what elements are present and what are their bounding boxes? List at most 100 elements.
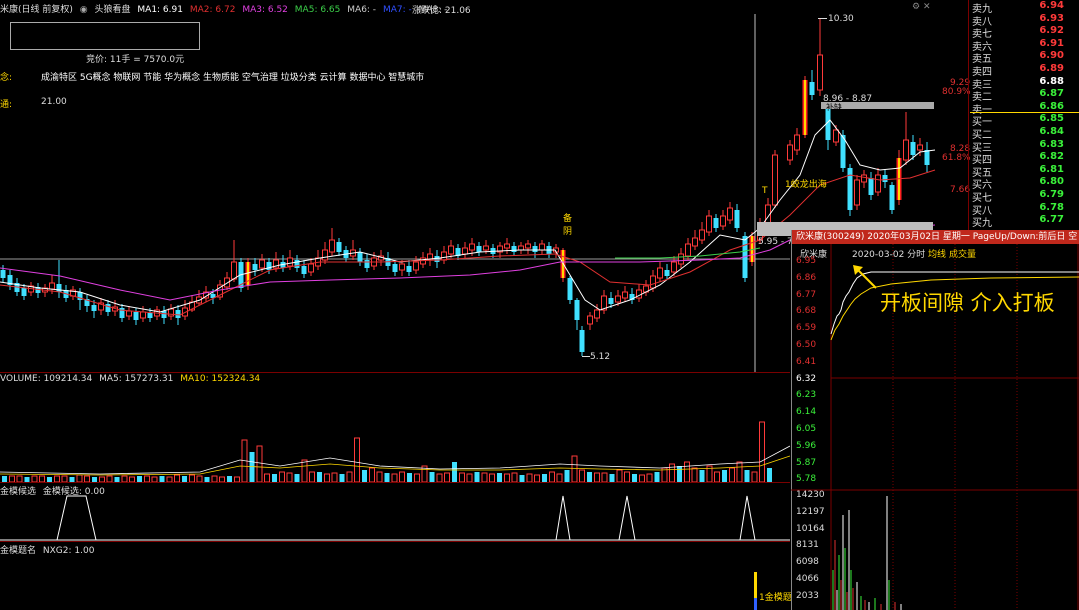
volume-bar [346,471,353,482]
volume-bar [227,476,232,482]
annotation-arrow-icon [853,265,877,289]
volume-bar [324,473,330,482]
orderbook-price: 6.90 [1039,50,1064,62]
volume-bar [362,470,367,482]
intraday-price-tick: 6.95 [796,256,817,266]
volume-bar [534,474,540,482]
intraday-price-tick: 6.41 [796,356,817,367]
orderbook-row[interactable]: 卖四 6.89 [972,63,1072,78]
volume-bar [684,461,690,482]
volume-bar [414,473,420,482]
candle-body-up [706,215,712,233]
candle-body-down [175,310,181,318]
orderbook-row[interactable]: 买二 6.84 [972,126,1072,141]
intraday-price-tick: 6.05 [796,424,817,434]
volume-bar [767,468,772,482]
volume-bar [526,473,533,482]
volume-chart[interactable] [0,384,790,482]
volume-bar [39,475,45,482]
volume-bar [204,477,210,482]
popup-title[interactable]: 欣米康(300249) 2020年03月02日 星期一 PageUp/Down:… [792,230,1079,244]
ind2-value: NXG2: 1.00 [42,546,95,556]
candle-body-up [622,291,628,299]
candle-body-up [699,229,705,241]
volume-bar [691,467,698,482]
orderbook-row[interactable]: 卖三 6.88 [972,76,1072,91]
volume-bar [211,475,218,482]
orderbook-row[interactable]: 买八 6.78 [972,201,1072,217]
volume-bar [722,470,727,482]
candle-body-down [889,185,895,210]
candle-body-up [817,54,823,91]
orderbook-row[interactable]: 卖一 6.86 [972,101,1072,116]
volume-bar [121,475,128,482]
candle-body-up [322,249,328,261]
volume-bar [16,475,23,482]
candle-body-up [875,174,881,193]
volume-label: VOLUME: 109214.34 [0,374,93,384]
volume-bar [317,472,322,482]
orderbook-price: 6.82 [1039,151,1064,163]
volume-bar [654,472,660,482]
volume-bar [609,474,615,482]
candle-body-up [903,139,909,161]
candle-body-up [594,309,600,319]
volume-bar [677,466,682,482]
intraday-price-tick: 5.78 [796,474,817,485]
orderbook-price: 6.78 [1039,201,1064,213]
candle-body-down [336,242,342,252]
candle-body-down [713,218,719,228]
candle-body-up [587,315,593,325]
candle-body-up [692,237,698,247]
volume-bar [497,473,502,482]
orderbook-row[interactable]: 买一 6.85 [972,113,1072,128]
ind2-label[interactable]: 金模题名 [0,546,36,556]
volume-bar [601,472,608,482]
volume-bar [234,476,240,482]
intraday-vol-tick: 12197 [796,506,825,517]
volume-ma5: MA5: 157273.31 [99,374,174,384]
orderbook-row[interactable]: 买三 6.83 [972,139,1072,154]
candle-body-up [657,267,663,279]
candle-body-up [615,295,621,303]
candle-body-up [441,251,447,261]
volume-bar [571,455,578,482]
orderbook-row[interactable]: 买六 6.80 [972,176,1072,191]
orderbook-row[interactable]: 卖五 6.90 [972,50,1072,65]
orderbook-row[interactable]: 卖七 6.92 [972,25,1072,40]
candle-body-up [833,129,839,143]
candle-body-down [664,270,670,276]
volume-bar [736,461,743,482]
volume-bar [751,471,758,482]
volume-bar [729,467,735,482]
ind2-header: 金模题名 NXG2: 1.00 [0,543,94,556]
volume-bar [759,421,765,482]
orderbook-row[interactable]: 买五 6.81 [972,164,1072,179]
candle-body-down [392,264,398,272]
volume-bar [519,475,525,482]
candle-body-up [650,275,656,289]
candle-body-down [567,278,573,300]
candle-body-up [794,134,800,151]
candle-body-down [734,210,740,228]
orderbook-row[interactable]: 卖二 6.87 [972,88,1072,103]
ind1-chart[interactable] [0,494,790,541]
volume-bar [369,467,375,482]
candle-body-down [161,311,167,318]
orderbook-row[interactable]: 买七 6.79 [972,189,1072,204]
orderbook-row[interactable]: 买四 6.82 [972,151,1072,166]
candle-body-down [357,252,363,262]
orderbook-row[interactable]: 卖六 6.91 [972,38,1072,53]
low-price-label: 5.12 [590,352,611,362]
volume-bar [331,472,338,482]
candle-body-up [448,245,454,255]
orderbook-row[interactable]: 卖八 6.93 [972,13,1072,28]
volume-bar [69,477,75,482]
gap-label: 5.95 - 7 [758,237,793,247]
volume-bar [594,472,600,482]
volume-bar [92,477,97,482]
volume-bar [624,471,630,482]
orderbook-row[interactable]: 卖九 6.94 [972,0,1072,15]
volume-bar [286,472,293,482]
orderbook-row[interactable]: 买九 6.77 [972,214,1072,229]
